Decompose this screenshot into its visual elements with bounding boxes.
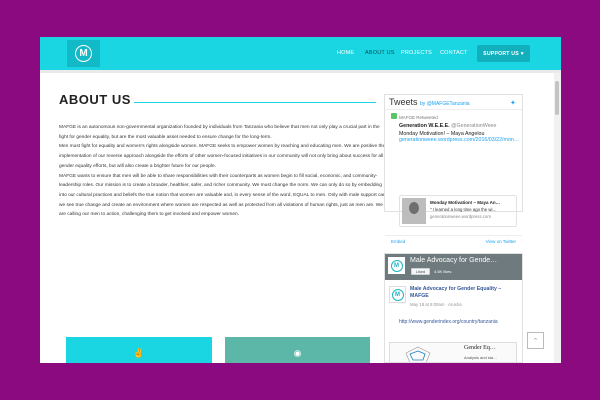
nav-link-home[interactable]: HOME	[337, 50, 354, 56]
tweet-author-handle: @GenerationWeee	[451, 123, 497, 129]
logo-letter: M	[390, 259, 403, 272]
about-paragraph: MAFGE is an autonomous non-governmental …	[59, 125, 380, 140]
divider	[385, 109, 522, 110]
browser-window: M HOME ABOUT US PROJECTS CONTACT SUPPORT…	[40, 37, 561, 363]
facebook-likes-count: 4.5K likes	[434, 269, 452, 274]
nav-link-contact[interactable]: CONTACT	[440, 50, 468, 56]
about-paragraph: Men must fight for equality and women's …	[59, 144, 386, 169]
tweet-author[interactable]: Generation W.E.E.E. @GenerationWeee	[399, 123, 496, 129]
scroll-to-top-button[interactable]: ⌃	[527, 332, 544, 349]
tweet-card-thumbnail	[402, 198, 426, 224]
divider	[385, 235, 522, 236]
page-scrollbar[interactable]	[554, 73, 561, 363]
facebook-page-logo[interactable]: M	[388, 257, 405, 274]
feature-card-vision[interactable]: ◉	[225, 337, 370, 363]
scrollbar-thumb[interactable]	[555, 81, 559, 115]
tweet-card-description: " I learned a long time ago the wi…	[430, 207, 497, 212]
nav-shadow-strip	[40, 70, 561, 73]
chevron-up-icon: ⌃	[532, 337, 539, 345]
embed-link[interactable]: Embed	[391, 239, 405, 244]
facebook-widget: M Male Advocacy for Gende… Liked 4.5K li…	[384, 253, 523, 363]
retweeted-label: MAFGE Retweeted	[399, 115, 438, 120]
logo-letter: M	[79, 47, 88, 59]
facebook-like-button[interactable]: Liked	[411, 268, 430, 275]
tweet-card-url: generationweee.wordpress.com	[430, 214, 491, 219]
twitter-widget: Tweets by @MAFGETanzania ✦ MAFGE Retweet…	[384, 94, 523, 244]
facebook-cover: M Male Advocacy for Gende… Liked 4.5K li…	[385, 254, 522, 280]
facebook-post-author[interactable]: Male Advocacy for Gender Equality – MAFG…	[410, 286, 518, 300]
tweets-by-link[interactable]: by @MAFGETanzania	[420, 101, 470, 107]
title-underline	[134, 102, 376, 103]
tweet-text: Monday Motivation! – Maya Angelou genera…	[399, 131, 519, 144]
radar-chart-image	[405, 346, 431, 362]
twitter-widget-heading: Tweets by @MAFGETanzania	[389, 97, 470, 107]
facebook-page-title[interactable]: Male Advocacy for Gende…	[410, 257, 497, 264]
portrait-image	[409, 202, 419, 214]
facebook-post-link[interactable]: http://www.genderindex.org/country/tanza…	[399, 319, 519, 326]
view-on-twitter-link[interactable]: View on Twitter	[486, 239, 516, 244]
retweet-icon	[391, 113, 397, 119]
nav-link-projects[interactable]: PROJECTS	[401, 50, 432, 56]
support-us-button[interactable]: SUPPORT US ♥	[477, 45, 530, 62]
tweet-author-name: Generation W.E.E.E.	[399, 123, 450, 129]
tweet-link[interactable]: generationweee.wordpress.com/2016/03/22/…	[399, 137, 519, 143]
eye-icon: ◉	[293, 348, 302, 358]
tweets-heading: Tweets	[389, 97, 418, 107]
peace-hand-icon: ✌	[133, 348, 145, 358]
tweet-link-card[interactable]: Monday Motivation! – Maya An… " I learne…	[399, 195, 517, 227]
logo-ring: M	[75, 45, 92, 62]
about-body: MAFGE is an autonomous non-governmental …	[59, 123, 389, 220]
facebook-post-avatar[interactable]: M	[389, 286, 406, 303]
feature-card-peace[interactable]: ✌	[66, 337, 212, 363]
page-title: ABOUT US	[59, 92, 131, 107]
like-label: Liked	[415, 269, 426, 274]
facebook-post-date: May 18 at 9:00am · Arusha	[410, 302, 462, 307]
about-paragraph: MAFGE wants to ensure that men will be a…	[59, 173, 386, 218]
facebook-image-title: Gender Eq…	[464, 345, 496, 351]
tweet-card-title: Monday Motivation! – Maya An…	[430, 200, 501, 205]
top-navigation-bar: M HOME ABOUT US PROJECTS CONTACT SUPPORT…	[40, 37, 561, 70]
site-logo[interactable]: M	[67, 40, 100, 67]
twitter-bird-icon[interactable]: ✦	[510, 99, 517, 107]
facebook-image-subtitle: Analysis and sta…	[464, 355, 498, 360]
nav-link-about-us[interactable]: ABOUT US	[365, 50, 395, 56]
facebook-post-image[interactable]: Gender Eq… Analysis and sta…	[389, 342, 517, 362]
logo-letter: M	[391, 288, 404, 301]
